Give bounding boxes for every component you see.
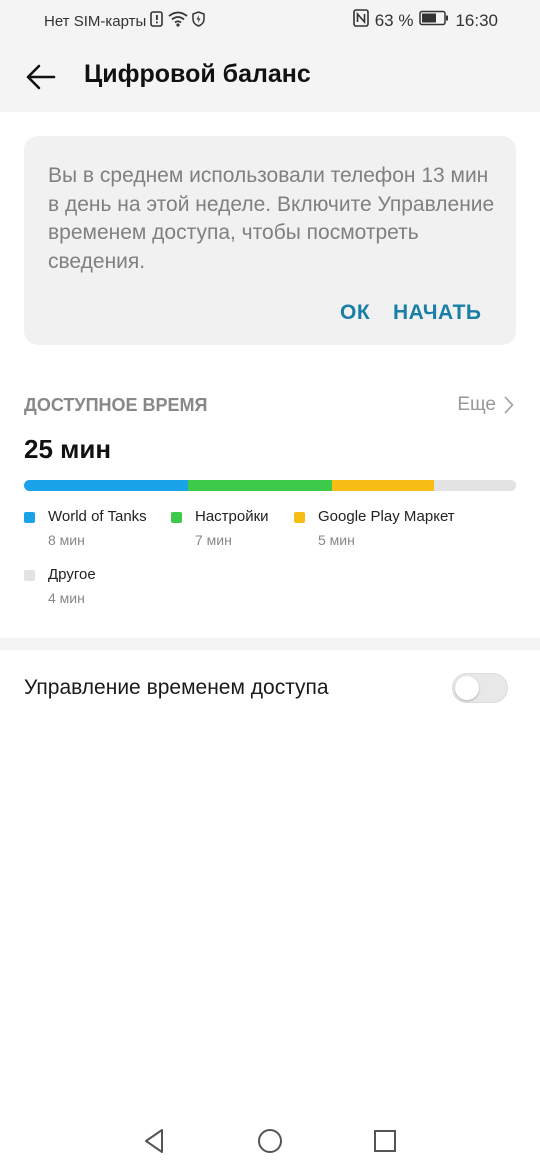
sim-alert-icon	[150, 11, 164, 31]
usage-bar	[24, 480, 516, 491]
wifi-icon	[168, 11, 188, 31]
navigation-bar	[0, 1110, 540, 1170]
legend-color-dot	[24, 512, 35, 523]
clock: 16:30	[455, 10, 498, 30]
legend-color-dot	[171, 512, 182, 523]
legend-app-time: 7 мин	[195, 532, 232, 548]
sim-status: Нет SIM-карты	[44, 12, 147, 30]
status-bar: Нет SIM-карты 63 % 16:30	[0, 0, 540, 40]
triangle-back-icon	[145, 1129, 163, 1153]
ok-button[interactable]: ОК	[340, 301, 370, 325]
usage-segment	[331, 480, 434, 491]
status-left: Нет SIM-карты	[44, 11, 206, 31]
status-right: 63 % 16:30	[352, 9, 498, 32]
more-link[interactable]: Еще	[457, 394, 514, 416]
chevron-right-icon	[504, 396, 514, 414]
nav-back-button[interactable]	[140, 1126, 170, 1156]
back-arrow-icon	[26, 64, 56, 90]
battery-icon	[419, 10, 449, 31]
usage-segment	[188, 480, 332, 491]
page-title: Цифровой баланс	[84, 60, 311, 88]
access-control-toggle[interactable]	[452, 673, 508, 703]
usage-info-text: Вы в среднем использовали телефон 13 мин…	[48, 164, 495, 273]
nfc-icon	[352, 9, 369, 32]
section-divider	[0, 638, 540, 650]
legend-app-name: Настройки	[195, 508, 269, 525]
app-header: Цифровой баланс	[0, 40, 540, 112]
start-button[interactable]: НАЧАТЬ	[393, 301, 482, 325]
battery-percent: 63 %	[374, 10, 414, 30]
legend-app-name: Google Play Маркет	[318, 508, 455, 525]
back-button[interactable]	[22, 58, 60, 96]
legend-app-name: Другое	[48, 566, 96, 583]
more-label: Еще	[457, 394, 496, 415]
legend-app-time: 5 мин	[318, 532, 355, 548]
square-recents-icon	[374, 1130, 396, 1152]
legend-color-dot	[294, 512, 305, 523]
access-control-label: Управление временем доступа	[24, 676, 329, 699]
legend-app-name: World of Tanks	[48, 508, 147, 525]
usage-segment	[434, 480, 516, 491]
usage-segment	[24, 480, 188, 491]
toggle-knob	[455, 676, 479, 700]
nav-recents-button[interactable]	[370, 1126, 400, 1156]
circle-home-icon	[258, 1129, 282, 1153]
total-usage: 25 мин	[24, 434, 112, 464]
nav-home-button[interactable]	[255, 1126, 285, 1156]
section-title: ДОСТУПНОЕ ВРЕМЯ	[24, 395, 208, 415]
legend-color-dot	[24, 570, 35, 581]
shield-icon	[192, 11, 206, 31]
legend-app-time: 8 мин	[48, 532, 85, 548]
usage-info-card: Вы в среднем использовали телефон 13 мин…	[24, 136, 516, 345]
legend-app-time: 4 мин	[48, 590, 85, 606]
